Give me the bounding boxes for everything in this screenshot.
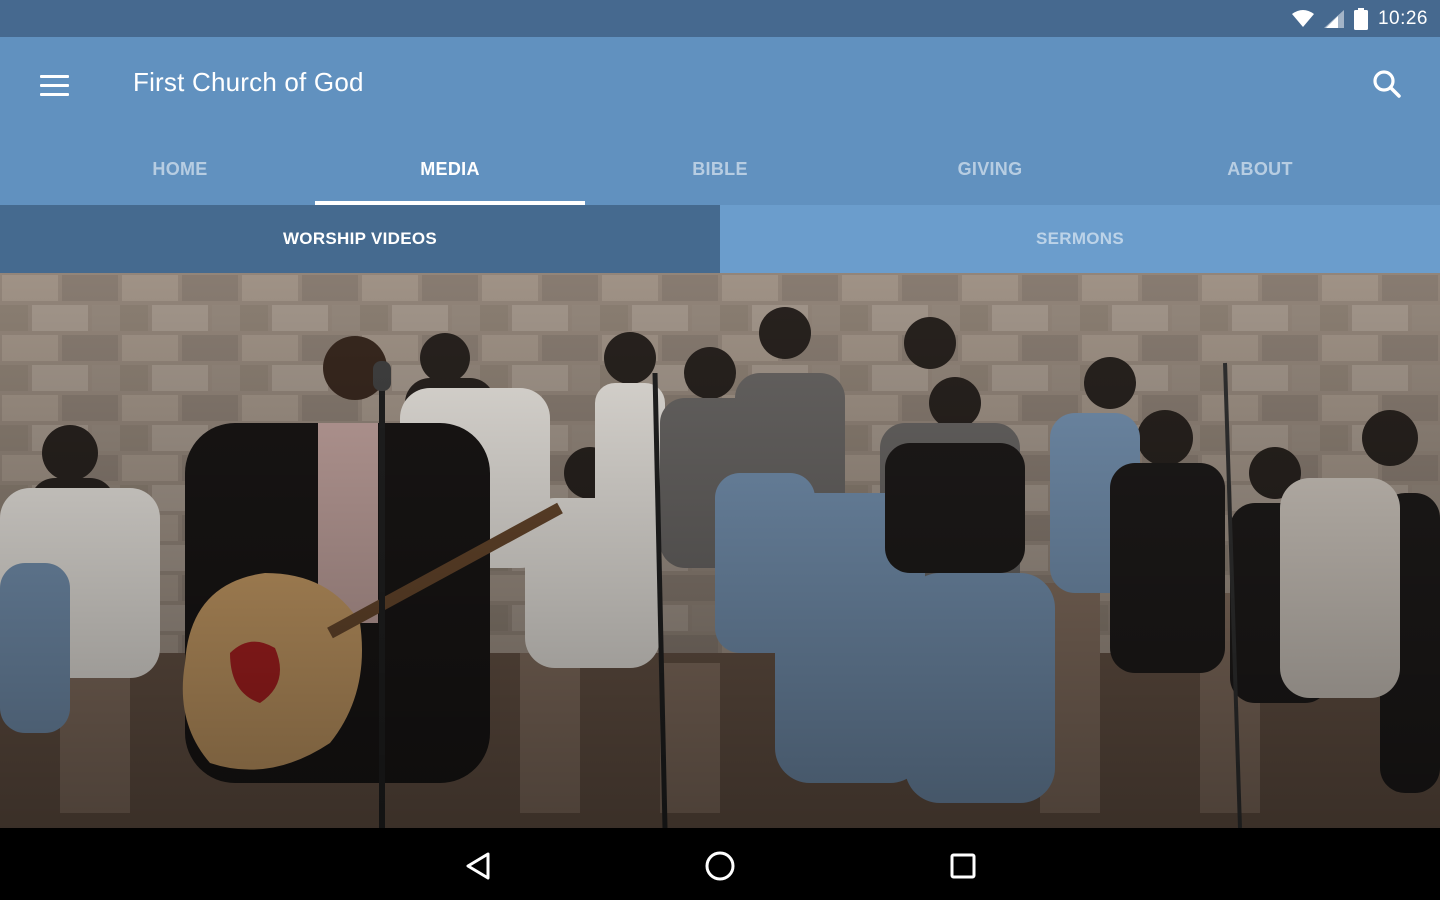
tab-home[interactable]: HOME: [45, 133, 315, 205]
home-circle-icon[interactable]: [698, 844, 742, 888]
app-bar: First Church of God HOME MEDIA BIBLE GIV…: [0, 37, 1440, 205]
featured-worship-image[interactable]: [0, 273, 1440, 828]
wifi-icon: [1291, 9, 1314, 27]
status-time: 10:26: [1377, 7, 1428, 29]
cellular-signal-icon: [1323, 9, 1344, 28]
tab-label: BIBLE: [692, 158, 748, 179]
tab-label: MEDIA: [420, 158, 480, 179]
back-icon[interactable]: [456, 844, 500, 888]
tab-giving[interactable]: GIVING: [855, 133, 1125, 205]
app-title: First Church of God: [133, 67, 364, 97]
subtab-worship-videos[interactable]: WORSHIP VIDEOS: [0, 205, 720, 273]
subtab-label: SERMONS: [1035, 229, 1125, 248]
system-navigation-bar: [0, 828, 1440, 900]
search-icon[interactable]: [1370, 67, 1404, 101]
hamburger-menu-icon[interactable]: [30, 65, 78, 105]
tab-label: ABOUT: [1227, 158, 1293, 179]
subtab-label: WORSHIP VIDEOS: [282, 229, 438, 248]
status-icons: 10:26: [1291, 0, 1428, 37]
tab-about[interactable]: ABOUT: [1125, 133, 1395, 205]
tab-label: HOME: [152, 158, 208, 179]
subtab-sermons[interactable]: SERMONS: [720, 205, 1440, 273]
tab-bible[interactable]: BIBLE: [585, 133, 855, 205]
recents-square-icon[interactable]: [941, 844, 985, 888]
tab-media[interactable]: MEDIA: [315, 133, 585, 205]
main-tabs: HOME MEDIA BIBLE GIVING ABOUT: [45, 133, 1395, 205]
media-sub-tabs: WORSHIP VIDEOS SERMONS: [0, 205, 1440, 273]
battery-icon: [1353, 7, 1368, 30]
tab-label: GIVING: [957, 158, 1023, 179]
status-bar: 10:26: [0, 0, 1440, 37]
